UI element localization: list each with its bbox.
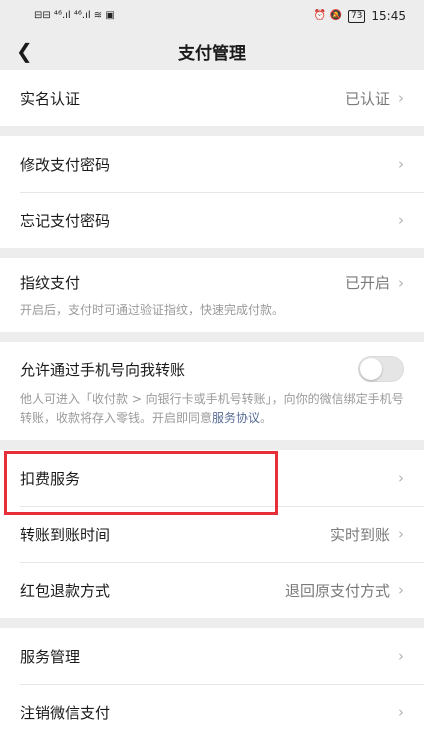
page-title: 支付管理 xyxy=(178,43,246,64)
fingerprint-section: 指纹支付 已开启 › 开启后，支付时可通过验证指纹，快速完成付款。 xyxy=(0,258,424,332)
forgot-password-row[interactable]: 忘记支付密码 › xyxy=(0,192,424,248)
chevron-right-icon: › xyxy=(398,273,404,292)
phone-transfer-toggle[interactable] xyxy=(358,356,404,382)
nav-bar: ❮ 支付管理 xyxy=(0,32,424,70)
service-mgmt-label: 服务管理 xyxy=(20,647,81,666)
refund-method-value: 退回原支付方式 xyxy=(284,581,390,600)
battery-icon: 73 xyxy=(347,9,366,23)
password-section: 修改支付密码 › 忘记支付密码 › xyxy=(0,136,424,248)
refund-method-row[interactable]: 红包退款方式 退回原支付方式 › xyxy=(0,562,424,618)
fingerprint-value: 已开启 xyxy=(344,274,390,292)
chevron-right-icon: › xyxy=(398,89,404,107)
alarm-mute-icons: ⏰ 🔕 xyxy=(313,10,342,21)
chevron-right-icon: › xyxy=(398,525,404,543)
signal-icons: ⊟⊟ ⁴⁶.ıl ⁴⁶.ıl ≋ ▣ xyxy=(34,10,115,21)
phone-transfer-section: 允许通过手机号向我转账 他人可进入「收付款 > 向银行卡或手机号转账」，向你的微… xyxy=(0,342,424,440)
refund-method-label: 红包退款方式 xyxy=(20,581,111,600)
chevron-right-icon: › xyxy=(398,211,404,229)
identity-label: 实名认证 xyxy=(20,89,81,108)
cancel-pay-row[interactable]: 注销微信支付 › xyxy=(0,684,424,729)
status-bar: ⊟⊟ ⁴⁶.ıl ⁴⁶.ıl ≋ ▣ ⏰ 🔕 73 15:45 xyxy=(0,0,424,32)
cancel-pay-label: 注销微信支付 xyxy=(20,703,111,722)
identity-row[interactable]: 实名认证 已认证 › xyxy=(0,70,424,126)
chevron-right-icon: › xyxy=(398,703,404,721)
change-password-row[interactable]: 修改支付密码 › xyxy=(0,136,424,192)
highlight-box xyxy=(4,451,278,515)
identity-value: 已认证 xyxy=(344,89,390,108)
toggle-knob xyxy=(360,358,382,380)
fingerprint-desc: 开启后，支付时可通过验证指纹，快速完成付款。 xyxy=(20,303,285,317)
phone-transfer-label: 允许通过手机号向我转账 xyxy=(20,360,186,379)
phone-transfer-desc: 他人可进入「收付款 > 向银行卡或手机号转账」，向你的微信绑定手机号转账，收款将… xyxy=(20,390,404,428)
identity-section: 实名认证 已认证 › xyxy=(0,70,424,126)
chevron-right-icon: › xyxy=(398,647,404,665)
manage-section: 服务管理 › 注销微信支付 › xyxy=(0,628,424,729)
arrival-time-label: 转账到账时间 xyxy=(20,525,111,544)
service-mgmt-row[interactable]: 服务管理 › xyxy=(0,628,424,684)
chevron-right-icon: › xyxy=(398,469,404,487)
fingerprint-row[interactable]: 指纹支付 已开启 › 开启后，支付时可通过验证指纹，快速完成付款。 xyxy=(0,258,424,332)
clock: 15:45 xyxy=(371,9,406,23)
phone-transfer-row: 允许通过手机号向我转账 他人可进入「收付款 > 向银行卡或手机号转账」，向你的微… xyxy=(0,342,424,440)
phone-transfer-desc-end: 。 xyxy=(260,411,273,425)
chevron-left-icon[interactable]: ❮ xyxy=(16,39,33,63)
fingerprint-label: 指纹支付 xyxy=(20,274,81,292)
chevron-right-icon: › xyxy=(398,155,404,173)
arrival-time-value: 实时到账 xyxy=(329,525,390,544)
service-agreement-link[interactable]: 服务协议 xyxy=(212,411,260,425)
forgot-password-label: 忘记支付密码 xyxy=(20,211,111,230)
chevron-right-icon: › xyxy=(398,581,404,599)
change-password-label: 修改支付密码 xyxy=(20,155,111,174)
